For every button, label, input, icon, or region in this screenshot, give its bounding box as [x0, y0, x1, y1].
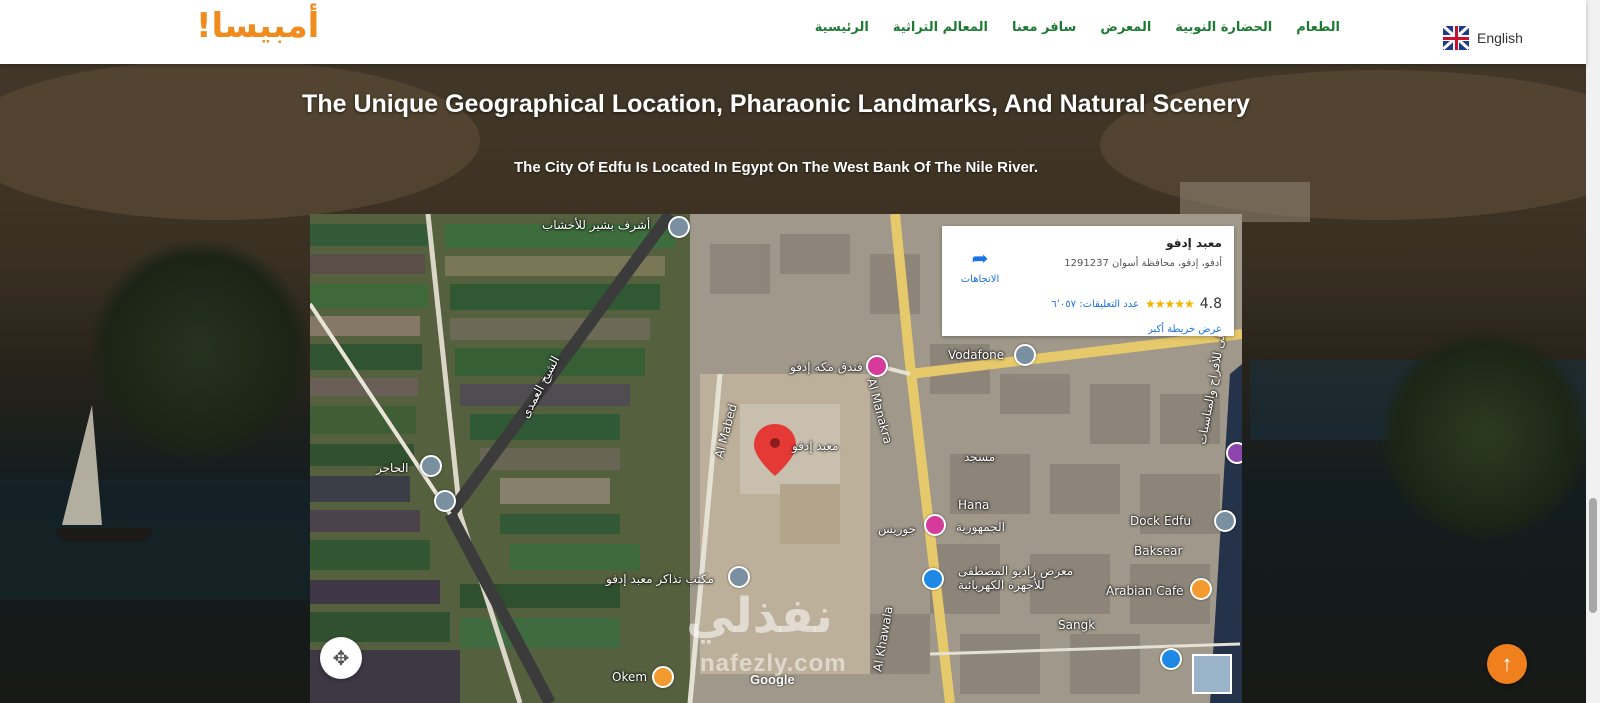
- scroll-to-top-button[interactable]: ↑: [1487, 644, 1527, 684]
- map-label-sangk: Sangk: [1058, 618, 1096, 632]
- view-larger-map-link[interactable]: عرض خريطة أكبر: [1148, 324, 1222, 335]
- uk-flag-icon: [1443, 26, 1469, 50]
- arrow-up-icon: ↑: [1501, 651, 1513, 676]
- watermark-arabic: نفذلي: [686, 588, 833, 644]
- map-label-ashraf: أشرف بشير للأخشاب: [542, 218, 651, 232]
- shopping-pin[interactable]: [922, 568, 944, 590]
- map-label-vodafone: Vodafone: [948, 348, 1005, 362]
- nav-travel[interactable]: سافر معنا: [1012, 20, 1076, 35]
- star-icons: ★★★★★: [1144, 297, 1195, 311]
- nav-gallery[interactable]: المعرض: [1100, 20, 1151, 35]
- map-label-baksear: Baksear: [1134, 544, 1183, 558]
- shop-pin[interactable]: [924, 514, 946, 536]
- hotel-pin[interactable]: [866, 355, 888, 377]
- nav-heritage[interactable]: المعالم التراثية: [893, 20, 988, 35]
- nav-home[interactable]: الرئيسية: [815, 20, 869, 35]
- main-nav: الرئيسية المعالم التراثية سافر معنا المع…: [815, 20, 1340, 35]
- restaurant-pin[interactable]: [652, 666, 674, 688]
- language-label: English: [1477, 30, 1523, 46]
- map-label-arabian-cafe: Arabian Cafe: [1106, 584, 1184, 598]
- map-label-al-hager: الحاجر: [376, 461, 409, 475]
- felucca-sail: [62, 405, 102, 525]
- map-label-okem: Okem: [612, 670, 648, 684]
- page-scrollbar[interactable]: [1586, 0, 1600, 703]
- place-rating: 4.8 ★★★★★ عدد التعليقات: ٦٬٠٥٧: [1051, 296, 1222, 312]
- directions-button[interactable]: ➦ الاتجاهات: [960, 248, 1000, 285]
- rating-value: 4.8: [1199, 296, 1222, 312]
- school-pin[interactable]: [728, 566, 750, 588]
- site-header: أمبيسا! الرئيسية المعالم التراثية سافر م…: [0, 0, 1586, 64]
- place-info-card: معبد إدفو أدفو، إدفو، محافظة أسوان 12912…: [942, 226, 1234, 336]
- cafe-pin[interactable]: [1190, 578, 1212, 600]
- nav-nubian[interactable]: الحضارة النوبية: [1175, 20, 1272, 35]
- poi-pin[interactable]: [420, 455, 442, 477]
- map-label-joris: جوريس: [878, 522, 917, 536]
- poi-pin[interactable]: [668, 216, 690, 238]
- page-subtitle: The City Of Edfu Is Located In Egypt On …: [514, 159, 1038, 176]
- dock-pin[interactable]: [1214, 510, 1236, 532]
- felucca-boat: [56, 528, 152, 542]
- directions-icon: ➦: [971, 246, 989, 270]
- map-label-masjid: مسجد: [964, 450, 996, 464]
- nav-food[interactable]: الطعام: [1296, 20, 1340, 35]
- map-label-jomhoria: الجمهورية: [956, 520, 1005, 534]
- map-label-dock: Dock Edfu: [1130, 514, 1191, 528]
- venue-pin[interactable]: [1226, 442, 1242, 464]
- map-label-temple: معبد إدفو: [792, 439, 839, 453]
- directions-label: الاتجاهات: [960, 274, 1000, 285]
- watermark-domain: nafezly.com: [700, 650, 847, 677]
- map-label-hana: Hana: [958, 498, 990, 512]
- scrollbar-thumb[interactable]: [1589, 498, 1597, 613]
- map-label-radio: معرض راديو المصطفى للأجهزة الكهربائية: [958, 564, 1074, 592]
- map-label-ticket: مكتب تذاكر معبد إدفو: [606, 572, 714, 586]
- poi-pin[interactable]: [434, 490, 456, 512]
- site-logo[interactable]: أمبيسا!: [196, 6, 319, 46]
- language-switcher[interactable]: English: [1443, 26, 1523, 50]
- map-label-hotel: فندق مكه إدفو: [790, 360, 863, 374]
- market-pin[interactable]: [1160, 648, 1182, 670]
- fullscreen-button[interactable]: ✥: [320, 637, 362, 679]
- page-title: The Unique Geographical Location, Pharao…: [302, 90, 1250, 118]
- fullscreen-icon: ✥: [332, 647, 350, 670]
- vodafone-pin[interactable]: [1014, 344, 1036, 366]
- reviews-link[interactable]: عدد التعليقات: ٦٬٠٥٧: [1051, 299, 1139, 310]
- map-type-toggle[interactable]: [1192, 654, 1232, 694]
